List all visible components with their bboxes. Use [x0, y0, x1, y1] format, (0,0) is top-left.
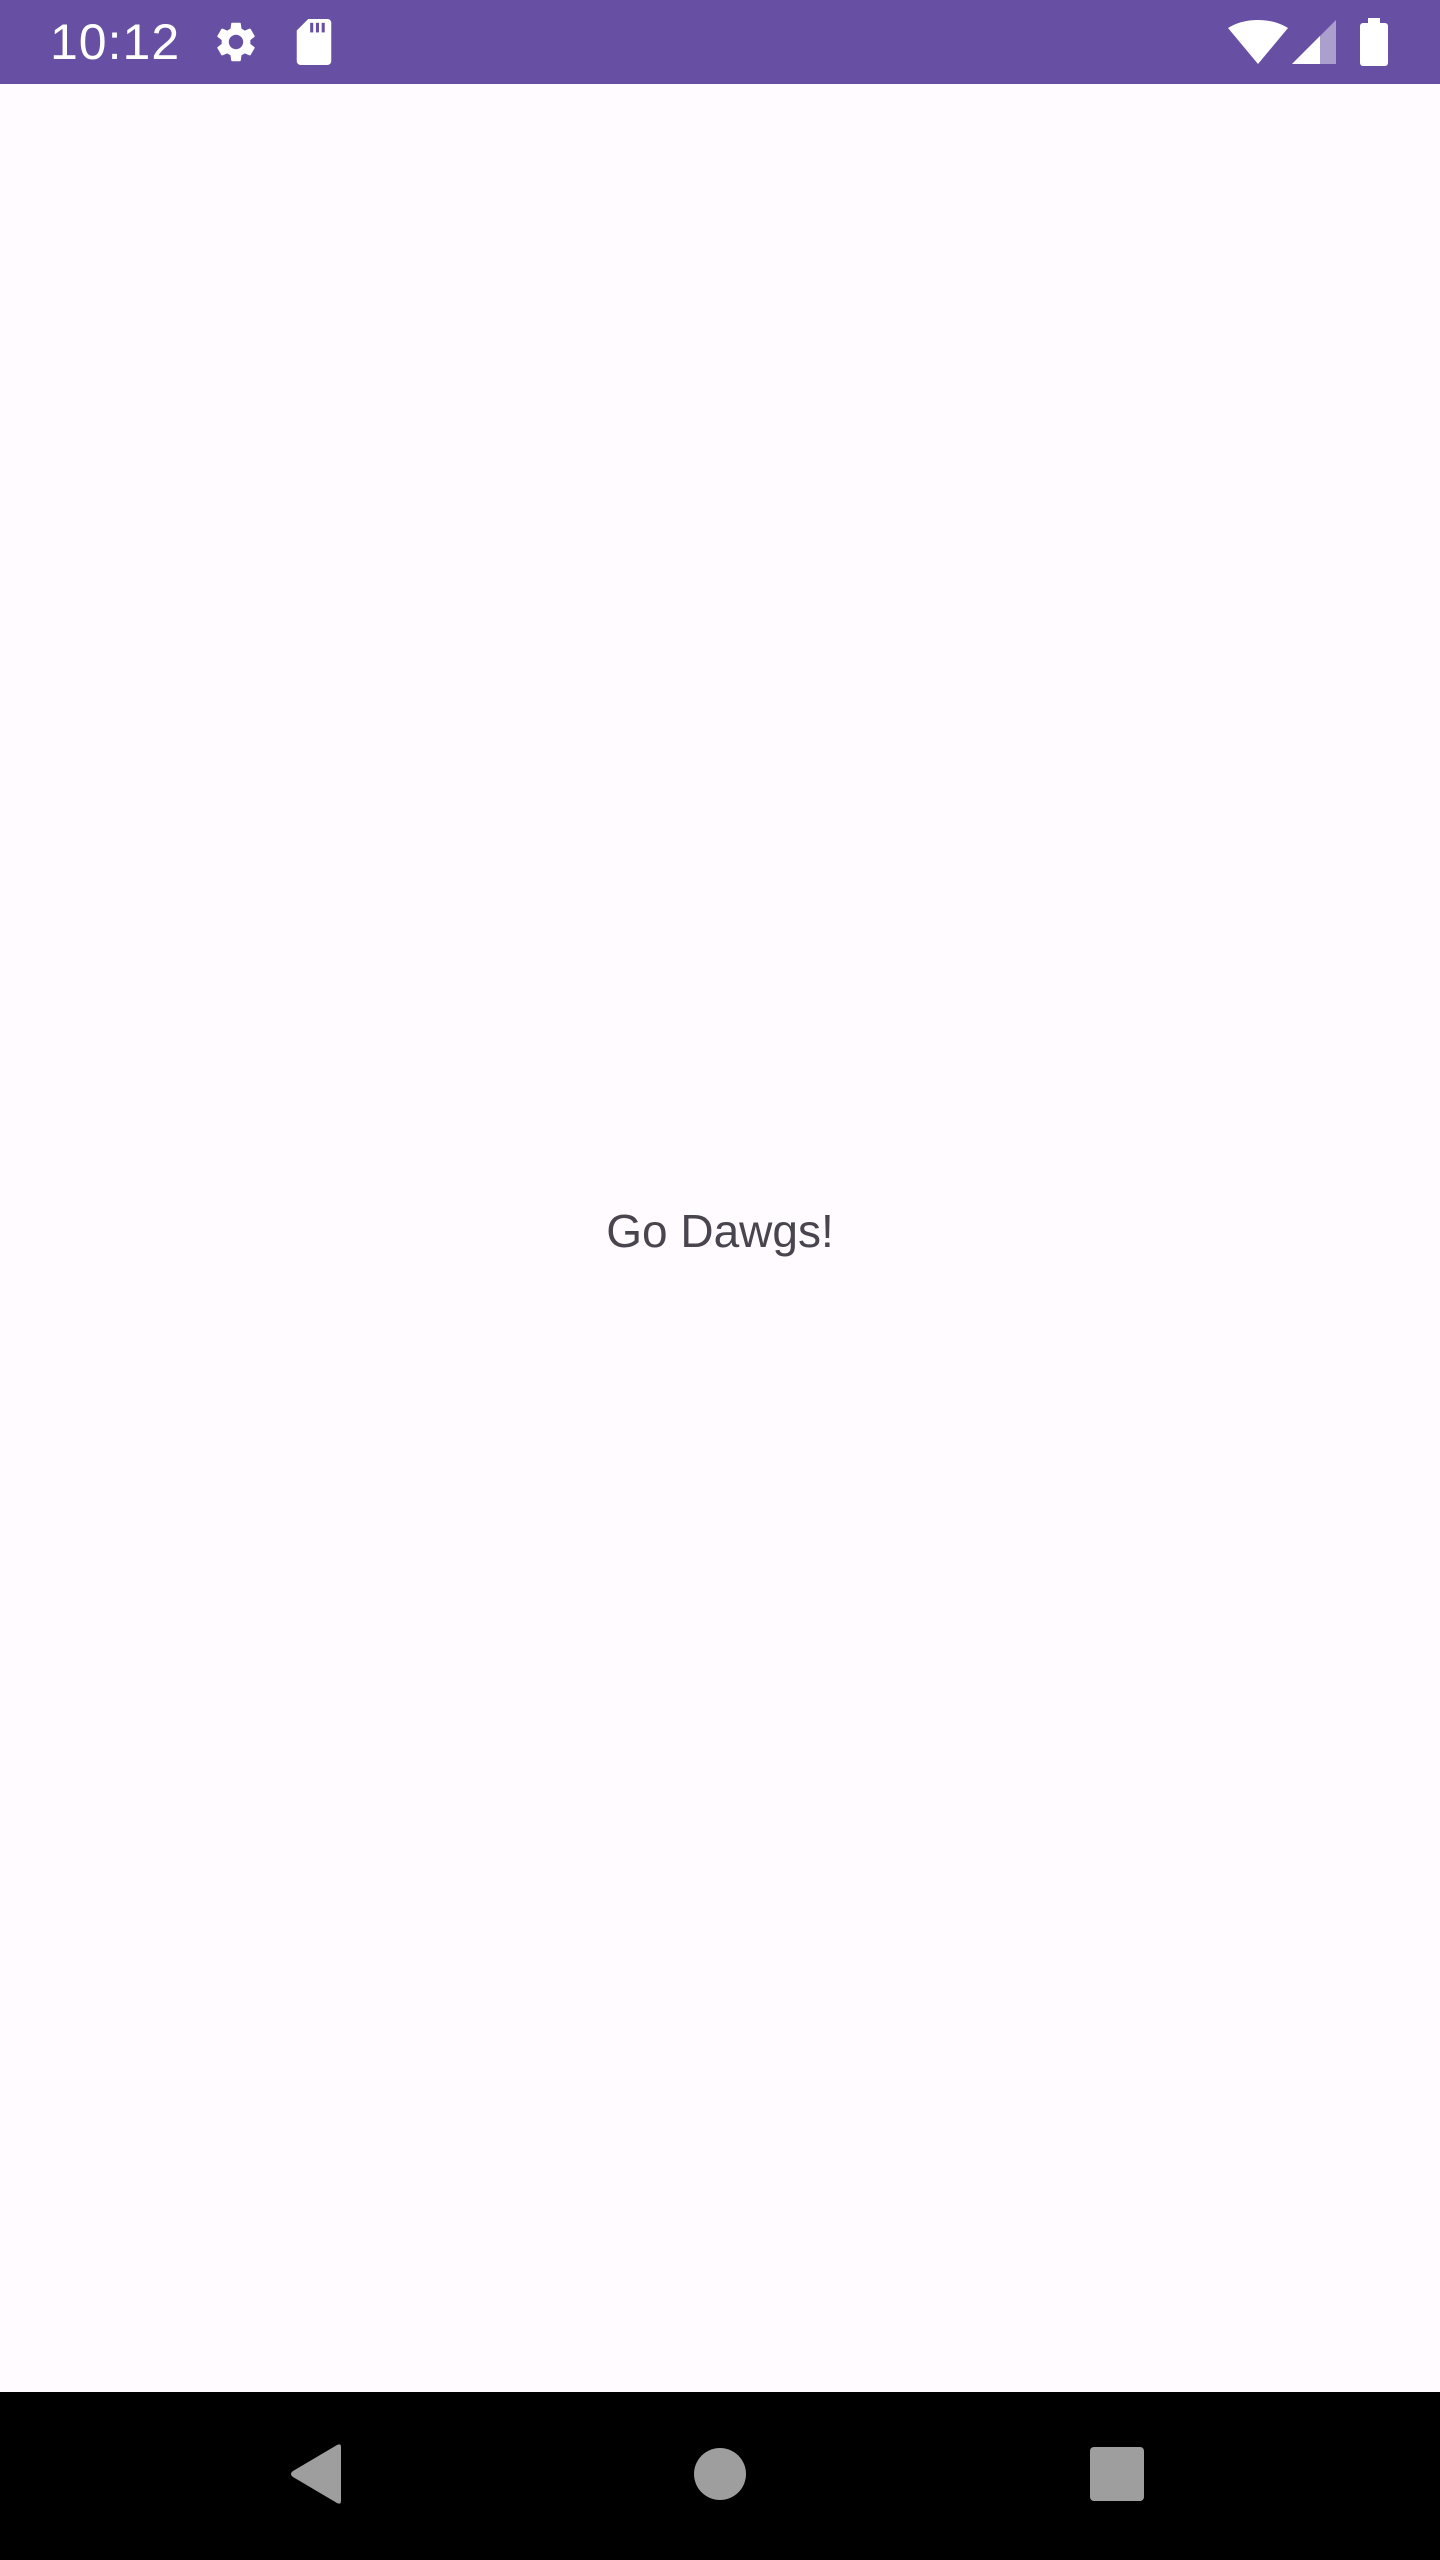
cellular-signal-icon: [1292, 0, 1336, 84]
status-bar: 10:12: [0, 0, 1440, 84]
battery-icon: [1360, 0, 1388, 84]
home-icon: [694, 2447, 746, 2505]
main-content: Go Dawgs!: [0, 84, 1440, 2392]
recents-icon: [1090, 2446, 1144, 2506]
navigation-bar: [0, 2392, 1440, 2560]
gear-icon: [212, 0, 260, 84]
home-button[interactable]: [675, 2392, 765, 2560]
back-icon: [289, 2443, 345, 2510]
status-time: 10:12: [50, 14, 181, 70]
wifi-icon: [1228, 0, 1288, 84]
recents-button[interactable]: [1072, 2392, 1162, 2560]
greeting-text: Go Dawgs!: [606, 1205, 834, 1257]
back-button[interactable]: [272, 2392, 362, 2560]
sd-card-icon: [294, 0, 334, 84]
